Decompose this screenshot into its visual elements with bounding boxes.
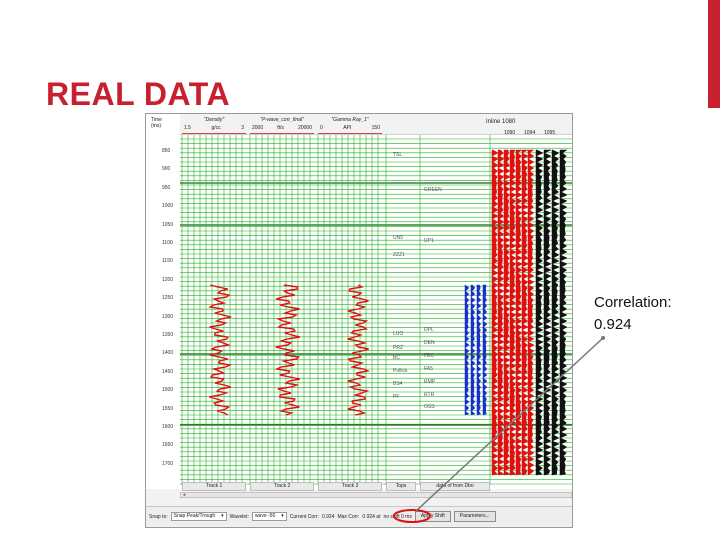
max-corr-label: Max Corr: (337, 513, 360, 520)
track-header-pwave: "P-wave_corr_final" 2000 ft/s 20000 (250, 116, 314, 134)
scale-left: 1.5 (184, 125, 191, 131)
time-tick-label: 1450 (162, 368, 174, 375)
formation-top-label[interactable]: PF (393, 394, 399, 400)
time-tick-label: 1400 (162, 350, 174, 357)
scale-right: 150 (371, 125, 380, 131)
formation-top-label[interactable]: PRZ (393, 345, 403, 351)
formation-top-label[interactable]: BC (393, 355, 400, 361)
formation-top-label[interactable]: RTR (424, 392, 434, 398)
track-name: "Density" (203, 117, 225, 123)
formation-top-label[interactable]: DPL (424, 327, 434, 333)
track-name: "P-wave_corr_final" (260, 117, 304, 123)
time-axis-unit: (ms) (151, 123, 161, 129)
time-tick-label: 1700 (162, 460, 174, 467)
formation-top-label[interactable]: UN5 (393, 235, 403, 241)
formation-top-label[interactable]: Pollick (393, 368, 407, 374)
time-tick-label: 900 (162, 166, 171, 173)
formation-top-label[interactable]: BS4 (393, 381, 402, 387)
track-footer-2[interactable]: Track 2 (250, 482, 314, 491)
horizontal-scrollbar[interactable]: ◂ (180, 492, 572, 498)
inline-label: Inline 1080 (486, 119, 516, 125)
snap-label: Snap to: (149, 513, 168, 520)
time-tick-label: 850 (162, 148, 171, 154)
time-tick-label: 1100 (162, 240, 173, 246)
well-tie-window: Time (ms) 850 900 950 1000 1050 1100 1150 1200 1… (145, 113, 573, 528)
wavelet-select[interactable]: wave -56 ▾ (251, 512, 287, 521)
callout-value: 0.924 (594, 316, 632, 333)
current-corr-label: Current Corr: (289, 513, 319, 520)
callout-connector-dot (601, 336, 605, 340)
time-tick-label: 1550 (162, 405, 174, 412)
formation-top-label[interactable]: FBC (424, 353, 434, 359)
time-tick-label: 1000 (162, 203, 174, 210)
wavelet-label: Wavelet: (229, 513, 249, 520)
formation-top-label[interactable]: TSL (393, 152, 402, 158)
time-tick-label: 1500 (162, 387, 174, 394)
scale-left: 0 (320, 125, 323, 131)
formation-top-label[interactable]: GREEN (424, 187, 442, 193)
chevron-down-icon: ▾ (281, 513, 284, 519)
time-tick-label: 1150 (162, 258, 173, 265)
track-header-gamma: "Gamma Ray_1" 0 API 150 (318, 116, 382, 134)
track-header-density: "Density" 1.5 g/cc 3 (182, 116, 246, 134)
shift-text: no shift 0 ms (383, 513, 412, 520)
log-and-seismic-panel[interactable] (180, 134, 572, 489)
track-name: "Gamma Ray_1" (331, 117, 369, 123)
formation-top-label[interactable]: LUO (393, 331, 403, 337)
bottom-toolbar: Snap to: Snap Peak/Trough ▾ Wavelet: wav… (146, 506, 572, 526)
current-corr-value: 0.924 (321, 513, 335, 520)
scale-unit: g/cc (211, 125, 221, 131)
time-tick-label: 1650 (162, 442, 174, 449)
scale-left: 2000 (252, 125, 264, 131)
time-tick-label: 1050 (162, 221, 174, 228)
formation-top-label[interactable]: OSS (424, 404, 435, 410)
formation-top-label[interactable]: RMP (424, 379, 435, 385)
seismic-footer[interactable]: data of from Dbo (420, 482, 490, 491)
time-tick-label: 1200 (162, 276, 174, 283)
scale-right: 20000 (298, 125, 312, 131)
time-tick-label: 1250 (162, 295, 174, 302)
accent-bar (708, 0, 720, 108)
scale-unit: API (343, 125, 352, 131)
scale-right: 3 (241, 125, 244, 131)
time-axis-header: Time (ms) (151, 117, 162, 129)
callout-label: Correlation: (594, 294, 672, 311)
scroll-left-icon[interactable]: ◂ (181, 493, 187, 498)
formation-top-label[interactable]: DEN (424, 340, 435, 346)
slide-title: REAL DATA (46, 76, 231, 112)
chevron-down-icon: ▾ (221, 513, 224, 519)
formation-top-label[interactable]: UP1 (424, 238, 434, 244)
tops-footer[interactable]: Tops (386, 482, 416, 491)
parameters-button[interactable]: Parameters... (453, 511, 496, 522)
correlation-callout: Correlation: 0.924 (594, 292, 672, 336)
formation-top-label[interactable]: ZZZ1 (393, 252, 405, 258)
time-axis: Time (ms) 850 900 950 1000 1050 1100 1150 1200 1… (146, 114, 180, 489)
track-footer-1[interactable]: Track 1 (182, 482, 246, 491)
apply-shift-button[interactable]: Apply Shift (414, 511, 451, 522)
plot-canvas (180, 135, 572, 485)
time-tick-label: 1350 (162, 332, 174, 338)
track-footer-3[interactable]: Track 3 (318, 482, 382, 491)
scale-unit: ft/s (277, 125, 284, 131)
max-corr-value: 0.924 at (362, 513, 381, 520)
snap-select[interactable]: Snap Peak/Trough ▾ (170, 512, 227, 521)
time-tick-label: 1300 (162, 313, 174, 320)
wavelet-value: wave -56 (254, 513, 276, 519)
formation-top-label[interactable]: FA5 (424, 366, 433, 372)
snap-value: Snap Peak/Trough (173, 513, 216, 519)
time-tick-label: 1600 (162, 424, 174, 430)
time-tick-label: 950 (162, 184, 171, 191)
